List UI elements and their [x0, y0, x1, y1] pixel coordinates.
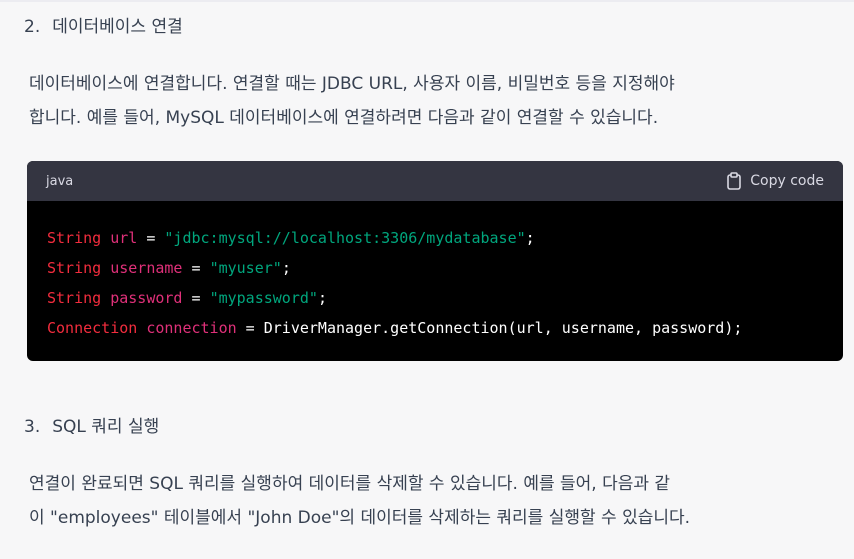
section-3-heading: 3. SQL 쿼리 실행: [24, 412, 159, 437]
code-token-semicolon: ;: [281, 259, 291, 277]
intro-line-2: 합니다. 예를 들어, MySQL 데이터베이스에 연결하려면 다음과 같이 연…: [29, 108, 659, 128]
code-content: String url = "jdbc:mysql://localhost:330…: [27, 201, 843, 343]
code-line: String password = "mypassword";: [47, 283, 823, 313]
code-token-expression: DriverManager.getConnection(url, usernam…: [263, 319, 734, 337]
code-token-type: Connection: [47, 319, 138, 337]
code-block: java Copy code String url = "jdbc:mysql:…: [27, 161, 843, 361]
code-token-variable: password: [110, 289, 183, 307]
code-token-semicolon: ;: [317, 289, 327, 307]
code-token-variable: username: [110, 259, 183, 277]
code-line: String url = "jdbc:mysql://localhost:330…: [47, 223, 823, 253]
code-language-label: java: [46, 173, 74, 189]
code-line: String username = "myuser";: [47, 253, 823, 283]
code-token-string: "mypassword": [209, 289, 318, 307]
code-token-variable: url: [110, 229, 138, 247]
copy-code-button[interactable]: Copy code: [726, 172, 824, 190]
intro-paragraph: 데이터베이스에 연결합니다. 연결할 때는 JDBC URL, 사용자 이름, …: [29, 67, 849, 135]
code-token-operator: =: [236, 319, 264, 337]
intro-line-1: 데이터베이스에 연결합니다. 연결할 때는 JDBC URL, 사용자 이름, …: [29, 74, 675, 94]
outro-line-2: 이 "employees" 테이블에서 "John Doe"의 데이터를 삭제하…: [29, 508, 691, 528]
code-token-string: "jdbc:mysql://localhost:3306/mydatabase": [164, 229, 526, 247]
outro-paragraph: 연결이 완료되면 SQL 쿼리를 실행하여 데이터를 삭제할 수 있습니다. 예…: [29, 467, 849, 535]
code-token-operator: =: [182, 259, 210, 277]
section-3-number: 3.: [24, 417, 41, 437]
copy-code-label: Copy code: [750, 173, 824, 189]
outro-line-1: 연결이 완료되면 SQL 쿼리를 실행하여 데이터를 삭제할 수 있습니다. 예…: [29, 474, 671, 494]
code-token-type: String: [47, 259, 102, 277]
section-2-heading: 2. 데이터베이스 연결: [24, 12, 183, 37]
code-token-semicolon: ;: [525, 229, 535, 247]
code-line: Connection connection = DriverManager.ge…: [47, 313, 823, 343]
code-token-type: String: [47, 229, 102, 247]
code-block-header: java Copy code: [27, 161, 843, 201]
top-divider: [0, 0, 854, 2]
code-token-semicolon: ;: [733, 319, 743, 337]
section-2-number: 2.: [24, 17, 41, 37]
section-2-title: 데이터베이스 연결: [52, 17, 183, 37]
code-token-operator: =: [137, 229, 165, 247]
code-token-operator: =: [182, 289, 210, 307]
code-token-type: String: [47, 289, 102, 307]
code-token-string: "myuser": [209, 259, 282, 277]
code-token-variable: connection: [146, 319, 237, 337]
clipboard-icon: [726, 172, 742, 190]
section-3-title: SQL 쿼리 실행: [52, 417, 160, 437]
